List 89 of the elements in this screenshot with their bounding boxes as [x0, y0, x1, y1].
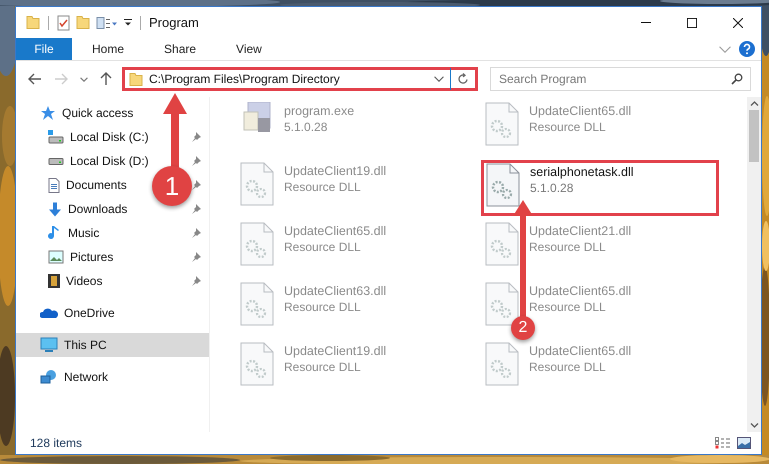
pin-icon[interactable]	[191, 132, 201, 142]
network-icon	[40, 369, 58, 385]
monitor-icon	[40, 337, 58, 353]
download-arrow-icon	[48, 202, 62, 216]
file-name: UpdateClient21.dll	[529, 224, 632, 238]
picture-icon	[48, 250, 64, 264]
sidebar-item[interactable]: Music	[48, 221, 102, 245]
pin-icon[interactable]	[191, 276, 201, 286]
file-detail: Resource DLL	[284, 360, 362, 374]
drive-icon	[48, 130, 64, 144]
gear-file-icon	[485, 222, 519, 266]
folder-icon	[129, 72, 143, 86]
minimize-icon	[641, 22, 651, 23]
file-name: UpdateClient19.dll	[284, 164, 386, 178]
star-icon	[40, 105, 56, 121]
gear-file-icon	[485, 282, 519, 326]
item-count: 128 items	[30, 436, 82, 450]
drive-icon	[48, 158, 64, 164]
customize-caret-icon[interactable]	[124, 19, 132, 26]
close-icon	[733, 18, 743, 28]
file-name: program.exe	[284, 104, 354, 118]
address-bar[interactable]: C:\Program Files\Program Directory	[122, 67, 478, 91]
gear-file-icon	[485, 342, 519, 386]
dropdown-caret-icon[interactable]	[434, 76, 444, 82]
ribbon-tab[interactable]: File	[16, 38, 72, 60]
cloud-icon	[40, 307, 58, 319]
file-detail: Resource DLL	[529, 300, 607, 314]
music-note-icon	[48, 225, 62, 241]
sidebar-item[interactable]: Network	[16, 365, 209, 389]
gear-file-icon	[240, 222, 274, 266]
pin-icon[interactable]	[191, 180, 201, 190]
file-detail: 5.1.0.28	[284, 120, 328, 134]
pin-icon[interactable]	[191, 204, 201, 214]
file-name: UpdateClient65.dll	[529, 284, 632, 298]
file-detail: Resource DLL	[284, 240, 362, 254]
file-name: UpdateClient65.dll	[529, 344, 632, 358]
back-arrow-icon[interactable]	[28, 73, 42, 85]
file-detail: Resource DLL	[529, 240, 607, 254]
sidebar-item[interactable]: Pictures	[48, 245, 116, 269]
document-icon	[48, 178, 60, 192]
gear-file-icon	[240, 342, 274, 386]
file-detail: Resource DLL	[284, 180, 362, 194]
file-detail: Resource DLL	[284, 300, 362, 314]
search-field[interactable]: Search Program	[490, 67, 751, 91]
gear-file-icon	[486, 163, 520, 207]
film-icon	[48, 274, 60, 288]
sidebar-item[interactable]: Quick access	[16, 101, 209, 125]
ribbon-tab[interactable]: View	[216, 38, 282, 60]
file-name: UpdateClient65.dll	[284, 224, 386, 238]
search-icon	[731, 73, 743, 85]
sidebar-item[interactable]: Downloads	[48, 197, 130, 221]
pin-icon[interactable]	[191, 156, 201, 166]
sidebar-item[interactable]: Local Disk (C:)	[48, 125, 151, 149]
ribbon-tab[interactable]: Home	[72, 38, 144, 60]
sidebar-item[interactable]: Videos	[48, 269, 104, 293]
sidebar-item[interactable]: This PC	[16, 333, 209, 357]
file-name: UpdateClient63.dll	[284, 284, 386, 298]
file-tile[interactable]: serialphonetask.dll 5.1.0.28	[481, 160, 719, 216]
scroll-up-icon[interactable]	[750, 101, 758, 106]
file-name: UpdateClient19.dll	[284, 344, 386, 358]
sidebar-item[interactable]: Documents	[48, 173, 129, 197]
address-path: C:\Program Files\Program Directory	[149, 72, 341, 86]
file-detail: Resource DLL	[529, 120, 607, 134]
file-detail: Resource DLL	[529, 360, 607, 374]
scroll-thumb[interactable]	[749, 110, 759, 162]
maximize-icon	[687, 18, 697, 28]
pin-icon[interactable]	[191, 252, 201, 262]
window-title: Program	[149, 15, 199, 30]
scrollbar[interactable]	[747, 97, 761, 432]
file-detail: 5.1.0.28	[530, 181, 574, 195]
sidebar-item[interactable]: Local Disk (D:)	[48, 149, 151, 173]
gear-file-icon	[240, 282, 274, 326]
details-view-icon[interactable]	[715, 437, 731, 449]
view-dropdown-icon[interactable]	[96, 16, 118, 28]
ribbon-tab[interactable]: Share	[144, 38, 216, 60]
scroll-down-icon[interactable]	[750, 423, 758, 428]
gear-file-icon	[240, 162, 274, 206]
pin-icon[interactable]	[191, 228, 201, 238]
up-arrow-icon[interactable]	[100, 72, 112, 86]
help-icon[interactable]	[739, 41, 755, 57]
large-icons-view-icon[interactable]	[737, 437, 751, 449]
expand-ribbon-icon[interactable]	[719, 46, 731, 52]
refresh-icon[interactable]	[457, 73, 469, 85]
recent-caret-icon[interactable]	[80, 76, 88, 82]
sidebar-item[interactable]: OneDrive	[16, 301, 209, 325]
gear-file-icon	[485, 102, 519, 146]
properties-icon[interactable]	[57, 14, 70, 30]
file-name: UpdateClient65.dll	[529, 104, 632, 118]
file-name: serialphonetask.dll	[530, 165, 634, 179]
